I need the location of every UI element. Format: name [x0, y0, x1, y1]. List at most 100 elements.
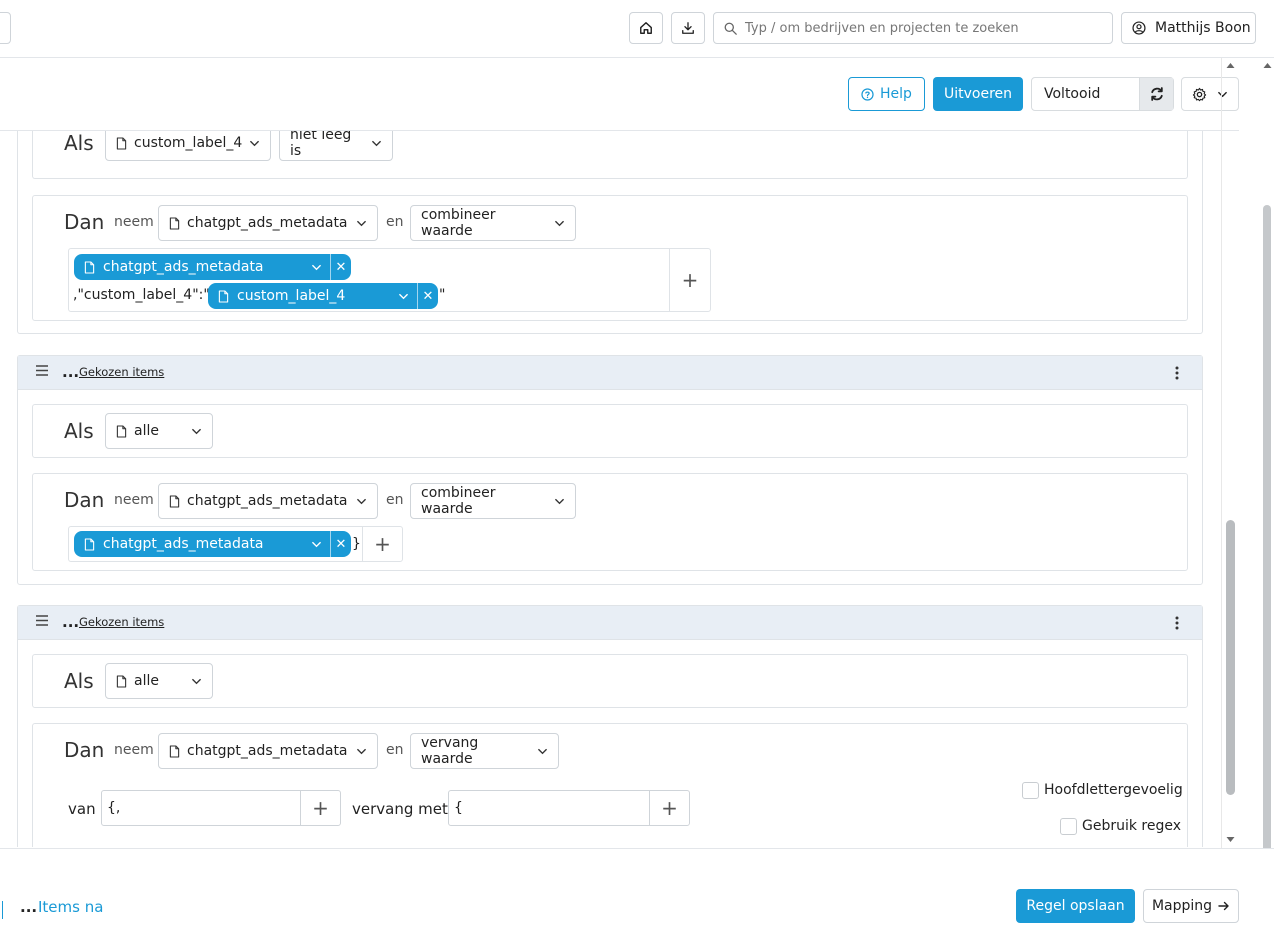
- literal-text: }: [352, 536, 361, 552]
- regex-checkbox[interactable]: [1060, 818, 1077, 835]
- token-select[interactable]: custom_label_4: [208, 283, 417, 309]
- chosen-items-link[interactable]: Gekozen items: [79, 365, 164, 379]
- file-icon: [116, 136, 127, 150]
- then-block-3: Dan neem chatgpt_ads_metadata en vervang…: [32, 723, 1188, 847]
- operation-value: combineer waarde: [421, 485, 496, 517]
- chevron-down-icon: [356, 496, 367, 507]
- status-field: Voltooid: [1031, 77, 1174, 111]
- remove-token-button[interactable]: ✕: [417, 283, 438, 309]
- scrollbar-thumb[interactable]: [1226, 520, 1235, 795]
- condition-value: niet leeg is: [290, 131, 352, 159]
- token-select[interactable]: chatgpt_ads_metadata: [74, 254, 330, 280]
- gear-icon: [1192, 87, 1207, 102]
- chevron-down-icon: [554, 496, 565, 507]
- rule-ellipsis: ...: [62, 613, 80, 631]
- close-icon: ✕: [335, 536, 347, 552]
- rule-header-2: ... Gekozen items: [18, 356, 1202, 390]
- token-chip[interactable]: chatgpt_ads_metadata ✕: [74, 531, 351, 557]
- token-select[interactable]: chatgpt_ads_metadata: [74, 531, 330, 557]
- then-block-1: Dan neem chatgpt_ads_metadata en combine…: [32, 195, 1188, 321]
- help-button[interactable]: Help: [848, 77, 925, 111]
- mapping-button[interactable]: Mapping: [1143, 889, 1239, 923]
- scroll-up-icon[interactable]: [1226, 62, 1235, 69]
- file-icon: [169, 744, 180, 758]
- if-block-1: Als custom_label_4 niet leeg is: [32, 131, 1188, 179]
- more-options-icon[interactable]: [1175, 366, 1179, 380]
- if-label: Als: [64, 419, 94, 443]
- user-name: Matthijs Boon: [1155, 20, 1251, 36]
- field-select[interactable]: custom_label_4: [105, 131, 271, 161]
- items-after-link[interactable]: Items na: [38, 898, 103, 916]
- add-token-button[interactable]: +: [362, 527, 402, 561]
- chevron-down-icon: [398, 291, 417, 302]
- page-scroll-up-icon[interactable]: [1263, 62, 1272, 69]
- help-label: Help: [880, 86, 912, 102]
- operation-select[interactable]: combineer waarde: [410, 483, 576, 519]
- user-menu-button[interactable]: Matthijs Boon: [1121, 12, 1256, 44]
- download-button[interactable]: [671, 12, 705, 44]
- if-block-2: Als alle: [32, 404, 1188, 458]
- token-chip[interactable]: chatgpt_ads_metadata ✕: [74, 254, 351, 280]
- add-token-button[interactable]: +: [649, 791, 689, 825]
- help-icon: [861, 87, 874, 101]
- field-value: alle: [134, 673, 159, 689]
- file-icon: [169, 216, 180, 230]
- left-edge-control[interactable]: [0, 12, 11, 44]
- and-label: en: [386, 742, 404, 758]
- operation-select[interactable]: combineer waarde: [410, 205, 576, 241]
- scroll-down-icon[interactable]: [1226, 836, 1235, 843]
- file-icon: [84, 260, 95, 274]
- target-select[interactable]: chatgpt_ads_metadata: [158, 733, 378, 769]
- chosen-items-link[interactable]: Gekozen items: [79, 615, 164, 629]
- rules-scroll-area[interactable]: Als custom_label_4 niet leeg is Dan neem…: [0, 131, 1239, 847]
- value-composer[interactable]: chatgpt_ads_metadata ✕ } +: [68, 526, 403, 562]
- target-select[interactable]: chatgpt_ads_metadata: [158, 483, 378, 519]
- plus-icon: +: [312, 796, 329, 820]
- drag-handle-icon[interactable]: [36, 615, 48, 626]
- close-icon: ✕: [422, 288, 434, 304]
- sync-button[interactable]: [1139, 78, 1173, 110]
- case-sensitive-checkbox[interactable]: [1022, 782, 1039, 799]
- status-value: Voltooid: [1044, 86, 1101, 102]
- search-input[interactable]: Typ / om bedrijven en projecten te zoeke…: [713, 12, 1113, 44]
- remove-token-button[interactable]: ✕: [330, 531, 351, 557]
- save-rule-button[interactable]: Regel opslaan: [1016, 889, 1135, 923]
- scrollbar-thumb-upper[interactable]: [1263, 205, 1271, 925]
- remove-token-button[interactable]: ✕: [330, 254, 351, 280]
- field-select[interactable]: alle: [105, 663, 213, 699]
- download-icon: [681, 21, 695, 35]
- target-select[interactable]: chatgpt_ads_metadata: [158, 205, 378, 241]
- take-label: neem: [114, 492, 154, 508]
- if-block-3: Als alle: [32, 654, 1188, 708]
- add-token-button[interactable]: +: [669, 249, 710, 311]
- value-composer[interactable]: chatgpt_ads_metadata ✕ ,"custom_label_4"…: [68, 248, 711, 312]
- drag-handle-icon[interactable]: [36, 365, 48, 376]
- take-label: neem: [114, 742, 154, 758]
- and-label: en: [386, 492, 404, 508]
- from-input[interactable]: {, +: [101, 790, 341, 826]
- footer-ellipsis: ...: [20, 898, 38, 916]
- more-options-icon[interactable]: [1175, 616, 1179, 630]
- arrow-right-icon: [1218, 901, 1230, 911]
- operation-select[interactable]: vervang waarde: [410, 733, 559, 769]
- file-icon: [116, 424, 127, 438]
- chevron-down-icon: [371, 138, 382, 149]
- add-token-button[interactable]: +: [300, 791, 340, 825]
- home-icon: [639, 21, 653, 35]
- operation-value: combineer waarde: [421, 207, 496, 239]
- home-button[interactable]: [629, 12, 663, 44]
- token-chip[interactable]: custom_label_4 ✕: [208, 283, 438, 309]
- operation-value: vervang waarde: [421, 735, 479, 767]
- regex-label: Gebruik regex: [1082, 818, 1182, 834]
- from-value: {,: [107, 800, 121, 816]
- field-value: alle: [134, 423, 159, 439]
- condition-select[interactable]: niet leeg is: [279, 131, 393, 161]
- file-icon: [169, 494, 180, 508]
- literal-text: ,"custom_label_4":": [73, 287, 210, 303]
- field-select[interactable]: alle: [105, 413, 213, 449]
- run-button[interactable]: Uitvoeren: [933, 77, 1023, 111]
- file-icon: [116, 674, 127, 688]
- replace-input[interactable]: { +: [448, 790, 690, 826]
- token-label: custom_label_4: [237, 288, 346, 304]
- chevron-down-icon: [311, 262, 330, 273]
